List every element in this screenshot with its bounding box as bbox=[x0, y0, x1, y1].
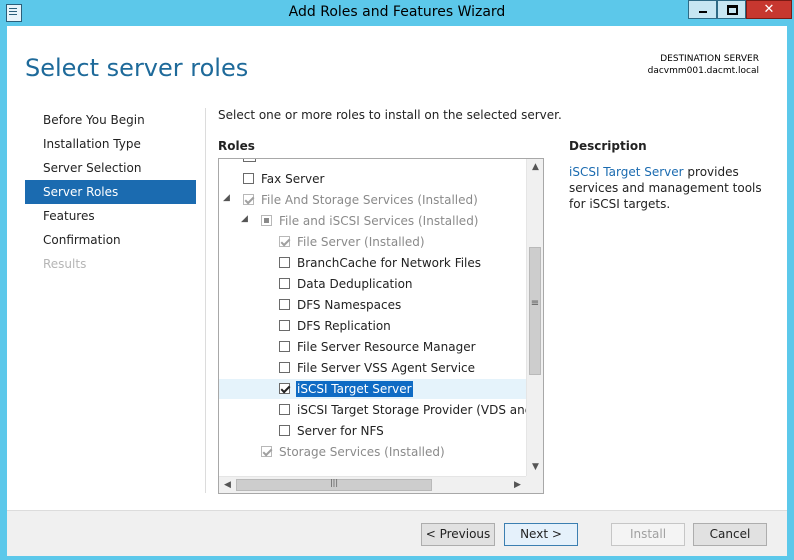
role-label: BranchCache for Network Files bbox=[297, 256, 482, 270]
partial-checkbox-row bbox=[243, 159, 256, 162]
roles-tree: Fax Server ◢ File And Storage Services (… bbox=[218, 158, 544, 494]
nav-item-server-selection[interactable]: Server Selection bbox=[25, 156, 196, 180]
nav-item-features[interactable]: Features bbox=[25, 204, 196, 228]
scroll-right-arrow-icon[interactable]: ▶ bbox=[509, 477, 526, 493]
nav-item-server-roles[interactable]: Server Roles bbox=[25, 180, 196, 204]
role-row-file-and-storage-services[interactable]: ◢ File And Storage Services (Installed) bbox=[219, 190, 526, 210]
role-label: File Server (Installed) bbox=[297, 235, 425, 249]
role-checkbox[interactable] bbox=[243, 173, 254, 184]
next-button[interactable]: Next > bbox=[504, 523, 578, 546]
role-checkbox bbox=[279, 236, 290, 247]
maximize-button[interactable] bbox=[717, 0, 746, 19]
role-checkbox[interactable] bbox=[279, 341, 290, 352]
close-button[interactable]: ✕ bbox=[746, 0, 792, 19]
scrollbar-corner bbox=[526, 476, 543, 493]
destination-server-name: dacvmm001.dacmt.local bbox=[647, 66, 759, 76]
role-checkbox[interactable] bbox=[279, 383, 290, 394]
instruction-text: Select one or more roles to install on t… bbox=[218, 108, 562, 122]
role-checkbox[interactable] bbox=[279, 320, 290, 331]
role-label: Data Deduplication bbox=[297, 277, 413, 291]
roles-heading: Roles bbox=[218, 139, 255, 153]
role-row-branchcache[interactable]: BranchCache for Network Files bbox=[219, 253, 526, 273]
description-heading: Description bbox=[569, 139, 647, 153]
role-checkbox bbox=[261, 446, 272, 457]
close-icon: ✕ bbox=[763, 2, 775, 17]
role-checkbox[interactable] bbox=[279, 362, 290, 373]
role-label: File Server Resource Manager bbox=[297, 340, 476, 354]
role-row-file-and-iscsi-services[interactable]: ◢ File and iSCSI Services (Installed) bbox=[219, 211, 526, 231]
role-checkbox bbox=[261, 215, 272, 226]
vertical-scroll-thumb[interactable] bbox=[529, 247, 541, 375]
scroll-down-arrow-icon[interactable]: ▼ bbox=[527, 459, 543, 476]
roles-vertical-scrollbar[interactable]: ▲ ▼ bbox=[526, 159, 543, 476]
destination-server-label: DESTINATION SERVER bbox=[660, 54, 759, 64]
previous-button[interactable]: < Previous bbox=[421, 523, 495, 546]
role-row-file-server[interactable]: File Server (Installed) bbox=[219, 232, 526, 252]
role-checkbox[interactable] bbox=[279, 404, 290, 415]
minimize-button[interactable] bbox=[688, 0, 717, 19]
scroll-up-arrow-icon[interactable]: ▲ bbox=[527, 159, 543, 176]
nav-item-installation-type[interactable]: Installation Type bbox=[25, 132, 196, 156]
role-label: Server for NFS bbox=[297, 424, 384, 438]
cancel-button[interactable]: Cancel bbox=[693, 523, 767, 546]
wizard-client-area: Select server roles DESTINATION SERVER d… bbox=[7, 26, 787, 556]
role-label: iSCSI Target Storage Provider (VDS and V… bbox=[297, 403, 526, 417]
role-row-storage-services[interactable]: Storage Services (Installed) bbox=[219, 442, 526, 462]
role-row-fsrm[interactable]: File Server Resource Manager bbox=[219, 337, 526, 357]
role-checkbox[interactable] bbox=[279, 299, 290, 310]
role-row-dfs-replication[interactable]: DFS Replication bbox=[219, 316, 526, 336]
window-title: Add Roles and Features Wizard bbox=[288, 4, 506, 20]
role-label: iSCSI Target Server bbox=[296, 381, 413, 397]
horizontal-scroll-thumb[interactable] bbox=[236, 478, 432, 491]
role-row-server-for-nfs[interactable]: Server for NFS bbox=[219, 421, 526, 441]
role-row-fax-server[interactable]: Fax Server bbox=[219, 169, 526, 189]
role-label: Storage Services (Installed) bbox=[279, 445, 445, 459]
roles-horizontal-scrollbar[interactable]: ◀ ▶ bbox=[219, 476, 526, 493]
page-title: Select server roles bbox=[25, 54, 249, 82]
collapse-arrow-icon[interactable]: ◢ bbox=[241, 214, 248, 224]
role-label: File and iSCSI Services (Installed) bbox=[279, 214, 479, 228]
nav-item-confirmation[interactable]: Confirmation bbox=[25, 228, 196, 252]
nav-divider bbox=[205, 108, 206, 493]
role-checkbox bbox=[243, 194, 254, 205]
description-role-link[interactable]: iSCSI Target Server bbox=[569, 165, 684, 179]
role-label: DFS Namespaces bbox=[297, 298, 402, 312]
role-label: DFS Replication bbox=[297, 319, 391, 333]
scroll-left-arrow-icon[interactable]: ◀ bbox=[219, 477, 236, 493]
nav-item-before-you-begin[interactable]: Before You Begin bbox=[25, 108, 196, 132]
role-row-iscsi-storage-provider[interactable]: iSCSI Target Storage Provider (VDS and V… bbox=[219, 400, 526, 420]
title-bar: Add Roles and Features Wizard ✕ bbox=[0, 0, 794, 26]
role-row-dfs-namespaces[interactable]: DFS Namespaces bbox=[219, 295, 526, 315]
collapse-arrow-icon[interactable]: ◢ bbox=[223, 193, 230, 203]
install-button: Install bbox=[611, 523, 685, 546]
role-label: File And Storage Services (Installed) bbox=[261, 193, 478, 207]
roles-tree-viewport: Fax Server ◢ File And Storage Services (… bbox=[219, 159, 526, 476]
role-row-vss-agent[interactable]: File Server VSS Agent Service bbox=[219, 358, 526, 378]
role-checkbox[interactable] bbox=[279, 278, 290, 289]
role-checkbox[interactable] bbox=[279, 425, 290, 436]
nav-item-results: Results bbox=[43, 257, 87, 271]
wizard-nav: Before You Begin Installation Type Serve… bbox=[25, 108, 196, 276]
role-label: File Server VSS Agent Service bbox=[297, 361, 476, 375]
role-row-data-deduplication[interactable]: Data Deduplication bbox=[219, 274, 526, 294]
role-row-iscsi-target-server[interactable]: iSCSI Target Server bbox=[219, 379, 526, 399]
description-text: iSCSI Target Server provides services an… bbox=[569, 164, 774, 212]
role-checkbox[interactable] bbox=[279, 257, 290, 268]
role-label: Fax Server bbox=[261, 172, 325, 186]
